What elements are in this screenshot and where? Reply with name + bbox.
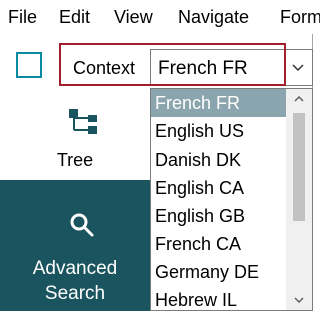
- search-icon: [70, 213, 94, 237]
- menu-file[interactable]: File: [8, 6, 37, 28]
- option-germany-de[interactable]: Germany DE: [151, 258, 286, 286]
- context-label: Context: [73, 58, 136, 78]
- menu-edit[interactable]: Edit: [59, 6, 90, 28]
- option-french-fr[interactable]: French FR: [151, 89, 286, 117]
- tree-label[interactable]: Tree: [0, 150, 150, 171]
- option-danish-dk[interactable]: Danish DK: [151, 146, 286, 174]
- option-english-gb[interactable]: English GB: [151, 202, 286, 230]
- scroll-up-icon[interactable]: [286, 89, 312, 109]
- context-dropdown-list[interactable]: French FR English US Danish DK English C…: [150, 88, 313, 311]
- menu-bar: File Edit View Navigate Form: [0, 0, 320, 34]
- option-english-ca[interactable]: English CA: [151, 174, 286, 202]
- toggle-checkbox[interactable]: [16, 52, 42, 78]
- advanced-search-label: Advanced Search: [0, 256, 150, 306]
- advanced-search-line1: Advanced: [32, 258, 118, 279]
- scroll-down-icon[interactable]: [286, 290, 312, 310]
- menu-view[interactable]: View: [114, 6, 153, 28]
- option-english-us[interactable]: English US: [151, 117, 286, 145]
- advanced-search-line2: Search: [44, 283, 106, 304]
- tree-icon[interactable]: [68, 108, 102, 136]
- context-select[interactable]: French FR: [150, 49, 313, 86]
- menu-form[interactable]: Form: [280, 6, 320, 28]
- option-french-ca[interactable]: French CA: [151, 230, 286, 258]
- scrollbar-thumb[interactable]: [293, 113, 305, 221]
- advanced-search-button[interactable]: Advanced Search: [0, 180, 150, 311]
- dropdown-scrollbar[interactable]: [286, 89, 312, 310]
- context-select-value: French FR: [158, 58, 248, 79]
- option-hebrew-il[interactable]: Hebrew IL: [151, 286, 286, 310]
- chevron-down-icon[interactable]: [284, 50, 312, 85]
- menu-navigate[interactable]: Navigate: [178, 6, 249, 28]
